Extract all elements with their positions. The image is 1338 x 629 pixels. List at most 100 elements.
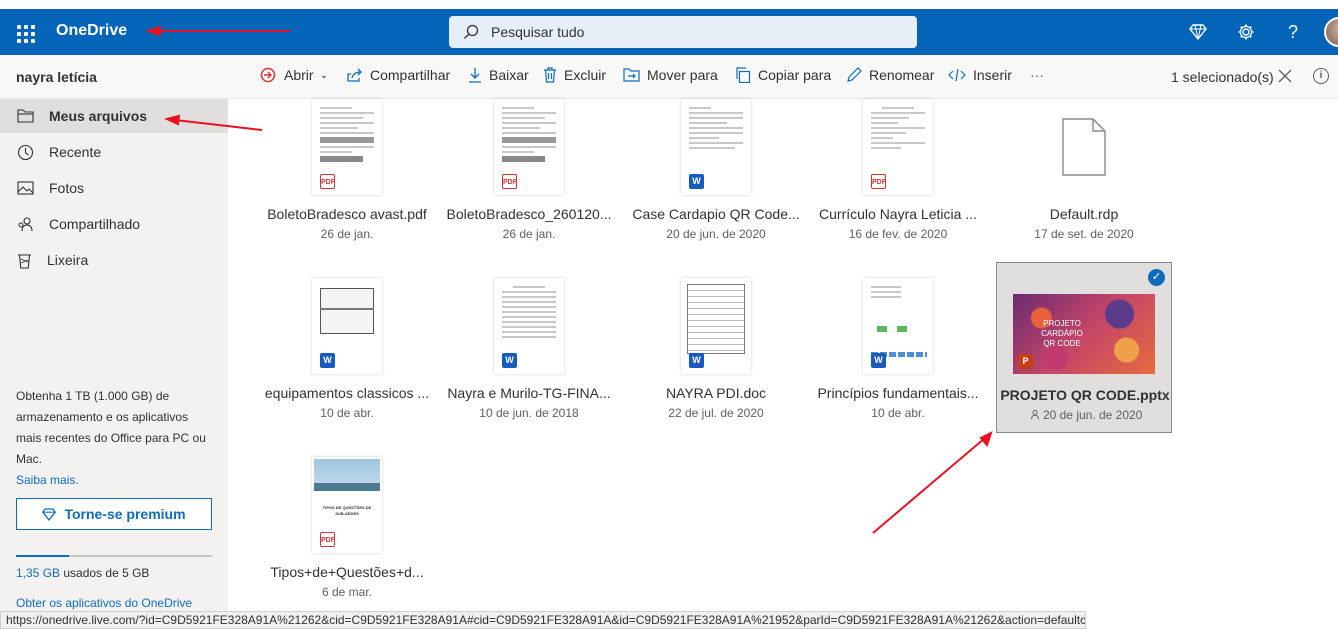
selection-count: 1 selecionado(s)	[1171, 69, 1274, 85]
word-icon: W	[689, 174, 704, 189]
file-thumbnail: W	[681, 278, 751, 374]
more-options-button[interactable]: ···	[1030, 67, 1044, 83]
file-name[interactable]: PROJETO QR CODE.pptx	[997, 387, 1173, 403]
file-tile[interactable]: W Case Cardapio QR Code... 20 de jun. de…	[628, 99, 804, 271]
file-tile-selected[interactable]: ✓ PROJETO CARDÁPIO QR CODE P PROJETO QR …	[996, 262, 1172, 433]
clear-selection-icon[interactable]	[1278, 67, 1292, 88]
storage-progress-bar	[16, 555, 212, 557]
copy-to-label: Copiar para	[758, 67, 832, 83]
file-tile[interactable]: W Nayra e Murilo-TG-FINA... 10 de jun. d…	[441, 278, 617, 450]
go-premium-button[interactable]: Torne-se premium	[16, 498, 212, 530]
app-header: OneDrive ?	[0, 9, 1338, 55]
word-icon: W	[320, 353, 335, 368]
slide-title-line: QR CODE	[1043, 339, 1081, 348]
rename-button[interactable]: Renomear	[846, 67, 934, 83]
file-tile[interactable]: W Princípios fundamentais... 10 de abr.	[810, 278, 986, 450]
file-name[interactable]: Default.rdp	[996, 206, 1172, 222]
pdf-icon: PDF	[871, 174, 886, 189]
move-to-label: Mover para	[647, 67, 718, 83]
storage-total-text: usados de 5 GB	[60, 566, 150, 580]
storage-usage: 1,35 GB usados de 5 GB	[16, 566, 149, 580]
delete-button[interactable]: Excluir	[543, 67, 606, 83]
file-thumbnail: PDF	[494, 99, 564, 195]
file-name[interactable]: BoletoBradesco_260120...	[441, 206, 617, 222]
file-date: 22 de jul. de 2020	[668, 406, 764, 420]
embed-label: Inserir	[973, 67, 1012, 83]
folder-icon	[17, 109, 34, 123]
gear-icon[interactable]	[1235, 21, 1257, 43]
file-date: 17 de set. de 2020	[1034, 227, 1134, 241]
file-name[interactable]: equipamentos classicos ...	[259, 385, 435, 401]
file-date-row: 20 de jun. de 2020	[997, 408, 1173, 422]
photo-icon	[17, 181, 34, 195]
pdf-icon: PDF	[502, 174, 517, 189]
embed-button[interactable]: Inserir	[948, 67, 1012, 83]
file-thumbnail: W	[312, 278, 382, 374]
file-date: 10 de abr.	[320, 406, 374, 420]
thumb-subtitle: SUB-AEDES	[335, 511, 359, 516]
info-icon[interactable]: i	[1313, 68, 1329, 84]
sidebar-item-recycle-bin[interactable]: Lixeira	[0, 243, 228, 277]
file-name[interactable]: Currículo Nayra Leticia ...	[810, 206, 986, 222]
sidebar-item-my-files[interactable]: Meus arquivos	[0, 99, 228, 133]
sidebar-item-recent[interactable]: Recente	[0, 135, 228, 169]
embed-icon	[948, 68, 966, 82]
file-tile[interactable]: PDF BoletoBradesco_260120... 26 de jan.	[441, 99, 617, 271]
storage-used-link[interactable]: 1,35 GB	[16, 566, 60, 580]
diamond-icon[interactable]	[1187, 21, 1209, 43]
search-box[interactable]	[449, 16, 917, 48]
avatar[interactable]	[1324, 17, 1338, 47]
rename-icon	[847, 67, 862, 82]
file-name[interactable]: NAYRA PDI.doc	[628, 385, 804, 401]
checkmark-icon[interactable]: ✓	[1148, 269, 1165, 286]
file-name[interactable]: BoletoBradesco avast.pdf	[259, 206, 435, 222]
sidebar-item-label: Recente	[49, 144, 102, 160]
move-icon	[623, 68, 640, 82]
move-to-button[interactable]: Mover para	[623, 67, 718, 83]
help-icon[interactable]: ?	[1282, 21, 1304, 43]
pdf-icon: PDF	[320, 532, 335, 547]
file-tile[interactable]: PDF Currículo Nayra Leticia ... 16 de fe…	[810, 99, 986, 271]
learn-more-link[interactable]: Saiba mais.	[16, 473, 79, 487]
file-thumbnail	[1049, 99, 1119, 195]
get-apps-link[interactable]: Obter os aplicativos do OneDrive	[16, 596, 192, 610]
file-thumbnail: W	[681, 99, 751, 195]
chevron-down-icon: ⌄	[319, 69, 328, 81]
file-name[interactable]: Case Cardapio QR Code...	[628, 206, 804, 222]
file-tile[interactable]: W NAYRA PDI.doc 22 de jul. de 2020	[628, 278, 804, 450]
share-label: Compartilhar	[370, 67, 451, 83]
slide-title-line: PROJETO	[1043, 319, 1081, 328]
share-button[interactable]: Compartilhar	[346, 67, 450, 83]
command-bar: nayra letícia Abrir ⌄ Compartilhar Baixa…	[0, 55, 1338, 99]
promo-text: Obtenha 1 TB (1.000 GB) de armazenamento…	[16, 389, 206, 466]
file-name[interactable]: Nayra e Murilo-TG-FINA...	[441, 385, 617, 401]
file-date: 26 de jan.	[502, 227, 556, 241]
file-thumbnail: W	[863, 278, 933, 374]
app-launcher-icon[interactable]	[10, 18, 38, 46]
delete-icon	[544, 67, 556, 83]
word-icon: W	[689, 353, 704, 368]
file-name[interactable]: Princípios fundamentais...	[810, 385, 986, 401]
copy-to-button[interactable]: Copiar para	[735, 67, 831, 83]
go-premium-label: Torne-se premium	[64, 506, 186, 522]
sidebar-item-shared[interactable]: Compartilhado	[0, 207, 228, 241]
trash-icon	[18, 253, 31, 269]
sidebar-item-photos[interactable]: Fotos	[0, 171, 228, 205]
download-button[interactable]: Baixar	[468, 67, 529, 83]
file-tile[interactable]: TIPOS DE QUESTÕES DE SUB-AEDES PDF Tipos…	[259, 457, 435, 629]
file-tile[interactable]: Default.rdp 17 de set. de 2020	[996, 99, 1172, 271]
search-icon	[464, 24, 479, 39]
people-icon	[18, 217, 33, 232]
file-date: 6 de mar.	[321, 585, 373, 599]
open-button[interactable]: Abrir ⌄	[260, 67, 328, 83]
window-top-strip	[0, 0, 1338, 9]
app-title[interactable]: OneDrive	[56, 22, 127, 40]
file-tile[interactable]: PDF BoletoBradesco avast.pdf 26 de jan.	[259, 99, 435, 271]
storage-progress-fill	[16, 555, 69, 557]
download-label: Baixar	[489, 67, 529, 83]
browser-status-url: https://onedrive.live.com/?id=C9D5921FE3…	[0, 611, 1086, 629]
word-icon: W	[502, 353, 517, 368]
file-tile[interactable]: W equipamentos classicos ... 10 de abr.	[259, 278, 435, 450]
search-input[interactable]	[491, 24, 871, 40]
file-name[interactable]: Tipos+de+Questões+d...	[259, 564, 435, 580]
